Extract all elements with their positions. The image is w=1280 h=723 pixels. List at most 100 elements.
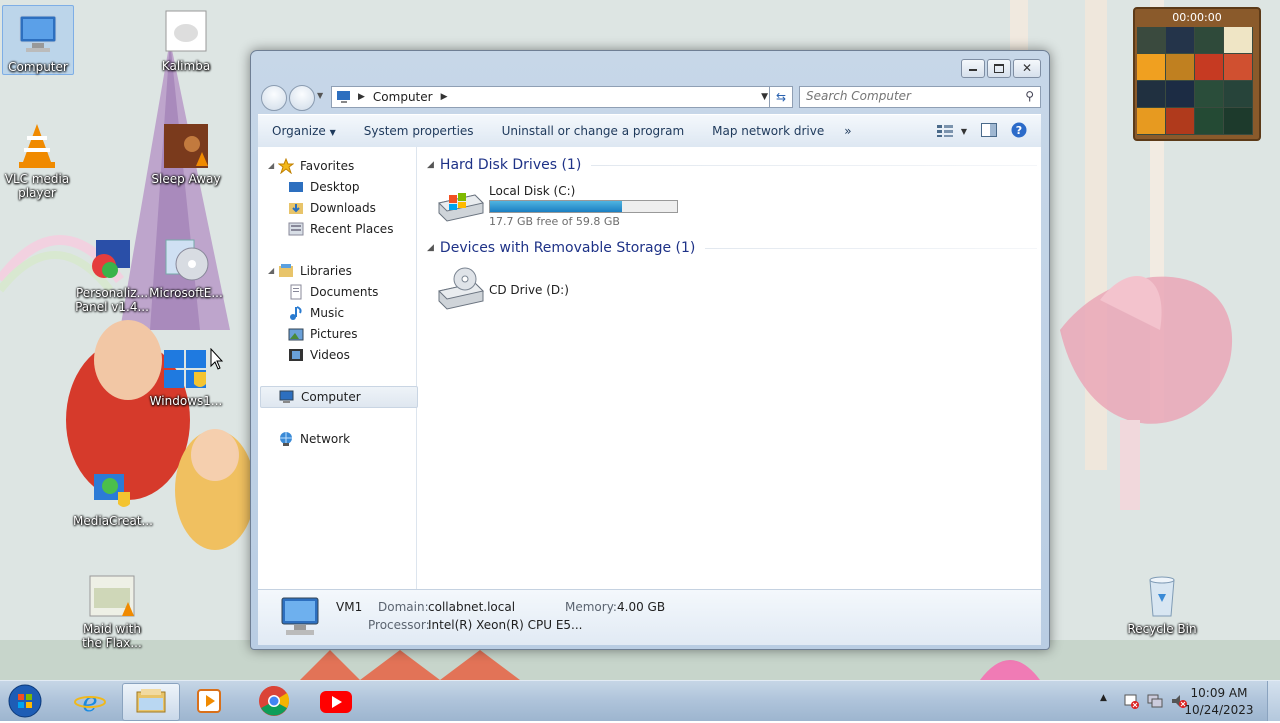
refresh-icon: ⇆ (775, 90, 787, 104)
desktop-icon-label: Personaliz... Panel v1.4... (75, 286, 149, 314)
nav-label: Favorites (300, 158, 355, 173)
drive-d[interactable]: CD Drive (D:) (435, 265, 635, 315)
help-icon: ? (1011, 122, 1027, 137)
preview-pane-button[interactable] (981, 122, 997, 140)
pictures-icon (288, 326, 304, 342)
cd-drive-icon (438, 267, 484, 310)
forward-button[interactable] (289, 85, 315, 111)
music-album-icon (88, 572, 136, 620)
memory-label: Memory: (565, 600, 617, 614)
music-album-icon (162, 122, 210, 170)
network-status-icon[interactable] (1146, 693, 1164, 709)
slide-puzzle-gadget[interactable]: 00:00:00 (1133, 7, 1261, 141)
drive-name: Local Disk (C:) (489, 184, 576, 198)
taskbar-chrome[interactable] (246, 683, 302, 719)
show-hidden-icons-button[interactable]: ▲ (1100, 693, 1107, 703)
desktop-icon-kalimba[interactable]: Kalimba (147, 5, 225, 73)
back-button[interactable] (261, 85, 287, 111)
help-button[interactable]: ? (1011, 122, 1027, 141)
refresh-button[interactable]: ⇆ (769, 86, 793, 108)
more-commands-button[interactable]: » (838, 124, 857, 138)
desktop-icon-mediacreat[interactable]: MediaCreat... (73, 460, 153, 528)
taskbar-windows-explorer[interactable] (122, 683, 180, 721)
breadcrumb-computer[interactable]: Computer (373, 90, 433, 104)
address-bar[interactable]: ▶ Computer ▶ ▼ (331, 86, 793, 108)
puzzle-grid[interactable] (1137, 27, 1253, 135)
network-icon (278, 431, 294, 447)
computer-icon (281, 597, 319, 635)
maximize-button[interactable] (987, 59, 1011, 78)
close-button[interactable]: ✕ (1013, 59, 1041, 78)
clock-date[interactable]: 10/24/2023 (1184, 703, 1254, 717)
computer-icon (336, 90, 352, 104)
desktop-folder-icon (288, 179, 304, 195)
nav-label: Recent Places (310, 221, 394, 236)
uninstall-program-button[interactable]: Uninstall or change a program (488, 124, 699, 138)
start-button[interactable] (6, 683, 44, 719)
desktop-icon-personalization[interactable]: Personaliz... Panel v1.4... (73, 232, 151, 314)
computer-icon (279, 389, 295, 405)
desktop-icon-label: Kalimba (161, 59, 211, 73)
nav-recent-places[interactable]: Recent Places (258, 218, 416, 239)
desktop-icon-label: MediaCreat... (73, 514, 153, 528)
desktop-icon-microsofte[interactable]: MicrosoftE... (147, 232, 225, 300)
group-divider (591, 164, 1037, 166)
nav-videos[interactable]: Videos (258, 344, 416, 365)
drive-name: CD Drive (D:) (489, 283, 569, 297)
desktop-icon-vlc[interactable]: VLC media player (0, 118, 76, 200)
taskbar-internet-explorer[interactable]: e (62, 683, 118, 719)
vlc-cone-icon (13, 122, 61, 170)
content-area: ◢ Favorites Desktop Downloads Recent Pla… (258, 147, 1041, 589)
action-center-icon[interactable] (1122, 693, 1140, 709)
desktop-icon-maid-flax[interactable]: Maid with the Flax... (73, 568, 151, 650)
nav-label: Documents (310, 284, 379, 299)
recent-places-icon (288, 221, 304, 237)
clock-time[interactable]: 10:09 AM (1184, 686, 1254, 700)
organize-menu[interactable]: Organize ▼ (258, 124, 350, 138)
navigation-pane: ◢ Favorites Desktop Downloads Recent Pla… (258, 147, 418, 589)
organize-label: Organize (272, 124, 326, 138)
drive-usage-bar (489, 200, 678, 213)
nav-pictures[interactable]: Pictures (258, 323, 416, 344)
star-icon (277, 157, 295, 174)
drive-free-space: 17.7 GB free of 59.8 GB (489, 215, 620, 228)
desktop-icon-label: Sleep Away (151, 172, 221, 186)
search-input[interactable] (800, 87, 1006, 105)
nav-libraries[interactable]: Libraries (258, 260, 416, 281)
taskbar-youtube[interactable] (308, 683, 364, 719)
nav-favorites[interactable]: Favorites (258, 155, 416, 176)
collapse-arrow-icon: ◢ (427, 243, 434, 253)
music-icon (288, 305, 304, 321)
nav-music[interactable]: Music (258, 302, 416, 323)
map-network-drive-button[interactable]: Map network drive (698, 124, 838, 138)
start-orb-icon (8, 684, 42, 718)
media-creation-tool-icon (88, 464, 136, 512)
internet-explorer-icon: e (74, 688, 106, 718)
system-properties-button[interactable]: System properties (350, 124, 488, 138)
nav-desktop[interactable]: Desktop (258, 176, 416, 197)
nav-computer[interactable]: Computer (260, 386, 418, 408)
files-view: ◢ Hard Disk Drives (1) Local Disk (C:) 1… (417, 147, 1041, 589)
group-hard-disk-drives[interactable]: ◢ Hard Disk Drives (1) (427, 157, 1037, 173)
nav-downloads[interactable]: Downloads (258, 197, 416, 218)
taskbar-media-player[interactable] (182, 683, 238, 719)
group-title: Devices with Removable Storage (1) (439, 240, 696, 256)
nav-documents[interactable]: Documents (258, 281, 416, 302)
show-desktop-button[interactable] (1267, 681, 1280, 721)
windows-setup-icon (162, 344, 210, 392)
recent-pages-chevron-icon[interactable]: ▼ (317, 91, 323, 100)
drive-c[interactable]: Local Disk (C:) 17.7 GB free of 59.8 GB (435, 181, 695, 231)
desktop-icon-recycle-bin[interactable]: Recycle Bin (1123, 568, 1201, 636)
breadcrumb-separator-icon[interactable]: ▶ (358, 92, 365, 102)
collapse-arrow-icon: ◢ (427, 160, 434, 170)
group-removable-storage[interactable]: ◢ Devices with Removable Storage (1) (427, 240, 1037, 256)
change-view-button[interactable]: ▼ (936, 125, 967, 137)
minimize-button[interactable] (961, 59, 985, 78)
nav-network[interactable]: Network (258, 428, 416, 449)
search-box[interactable]: ⚲ (799, 86, 1041, 108)
desktop-icon-sleep-away[interactable]: Sleep Away (147, 118, 225, 186)
desktop-icon-computer[interactable]: Computer (2, 5, 74, 75)
address-dropdown-icon[interactable]: ▼ (761, 92, 768, 102)
search-icon[interactable]: ⚲ (1025, 89, 1034, 103)
breadcrumb-separator-icon[interactable]: ▶ (441, 92, 448, 102)
